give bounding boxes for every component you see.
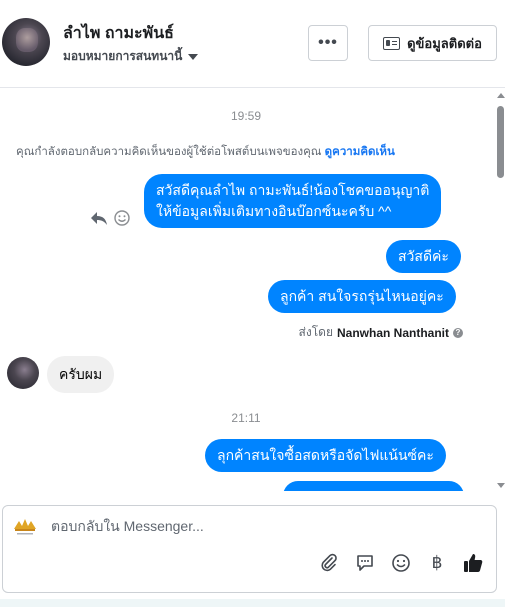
baht-icon[interactable]: ฿ (426, 552, 448, 574)
bottom-strip (0, 599, 505, 607)
help-icon[interactable]: ? (453, 327, 463, 338)
contact-name[interactable]: ลำไพ ถามะพันธ์ (63, 21, 174, 46)
sent-by-prefix: ส่งโดย (298, 325, 333, 339)
notice-text: คุณกำลังตอบกลับความคิดเห็นของผู้ใช้ต่อโพ… (16, 146, 322, 158)
message-line: สวัสดีคุณลำไพ ถามะพันธ์!น้องโชคขออนุญาติ (156, 182, 430, 198)
view-comment-link[interactable]: ดูความคิดเห็น (325, 146, 395, 158)
view-contact-info-button[interactable]: ดูข้อมูลติดต่อ (368, 25, 497, 61)
message-line: ให้ข้อมูลเพิ่มเติมทางอินบ๊อกซ์นะครับ ^^ (156, 203, 392, 219)
assign-label: มอบหมายการสนทนานี้ (63, 49, 183, 63)
chevron-down-icon (188, 53, 199, 60)
reply-icon[interactable] (90, 210, 108, 226)
outgoing-message[interactable]: ลุกค้าสนใจซื้อสดหรือจัดไฟแน้นซ์คะ (205, 439, 446, 472)
view-contact-info-label: ดูข้อมูลติดต่อ (407, 35, 482, 51)
contact-card-icon (383, 36, 401, 50)
message-actions (90, 210, 130, 226)
reply-input[interactable] (51, 518, 471, 534)
more-options-button[interactable]: ••• (308, 25, 348, 61)
outgoing-message[interactable] (283, 481, 464, 491)
sent-by-name: Nanwhan Nanthanit (336, 325, 449, 340)
scrollbar-thumb[interactable] (497, 106, 504, 178)
paperclip-icon[interactable] (318, 552, 340, 574)
timestamp: 19:59 (230, 109, 262, 123)
saved-reply-icon[interactable] (354, 552, 376, 574)
scroll-down-arrow[interactable] (497, 483, 505, 488)
contact-avatar[interactable] (2, 18, 50, 66)
thumbs-up-icon[interactable] (462, 552, 484, 574)
emoji-icon[interactable] (390, 552, 412, 574)
page-logo (14, 519, 36, 535)
reply-composer: ฿ (2, 505, 497, 593)
outgoing-message[interactable]: ลูกค้า สนใจรถรุ่นไหนอยู่คะ (268, 280, 456, 313)
contact-avatar-small[interactable] (7, 357, 39, 389)
assign-conversation-dropdown[interactable]: มอบหมายการสนทนานี้ (63, 47, 199, 66)
comment-reply-notice: คุณกำลังตอบกลับความคิดเห็นของผู้ใช้ต่อโพ… (16, 143, 395, 161)
more-icon: ••• (318, 34, 338, 51)
smile-icon[interactable] (114, 210, 130, 226)
conversation-header: ลำไพ ถามะพันธ์ มอบหมายการสนทนานี้ ••• ดู… (0, 0, 505, 88)
timestamp: 21:11 (231, 411, 261, 425)
incoming-message[interactable]: ครับผม (47, 356, 115, 393)
scroll-up-arrow[interactable] (497, 93, 505, 98)
outgoing-message[interactable]: สวัสดีคุณลำไพ ถามะพันธ์!น้องโชคขออนุญาติ… (144, 174, 442, 228)
composer-toolbar: ฿ (318, 552, 484, 574)
sent-by-label: ส่งโดย Nanwhan Nanthanit ? (299, 323, 463, 342)
message-thread[interactable]: 19:59 คุณกำลังตอบกลับความคิดเห็นของผู้ใช… (0, 89, 505, 491)
outgoing-message[interactable]: สวัสดีค่ะ (386, 240, 461, 273)
